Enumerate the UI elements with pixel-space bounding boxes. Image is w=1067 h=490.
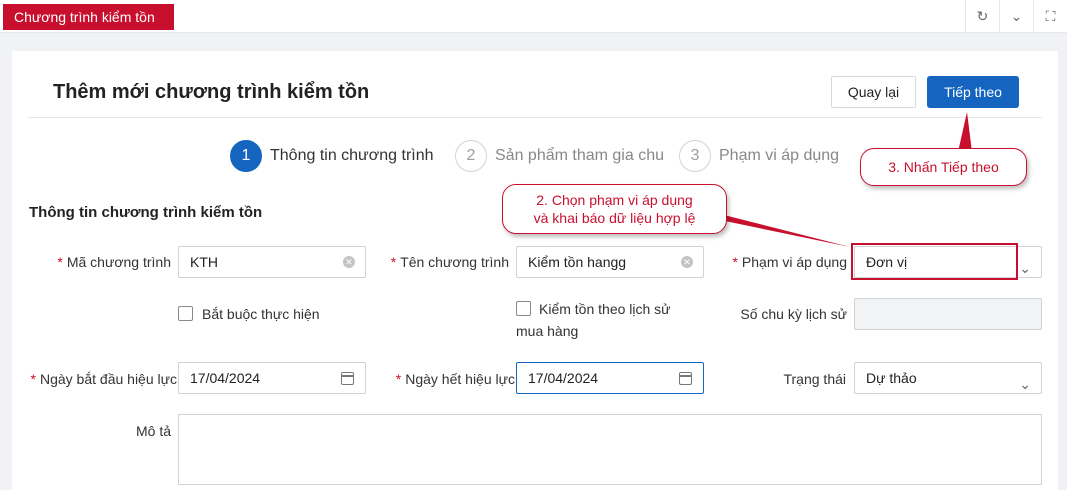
top-tab-bar: Chương trình kiểm tồn ↻ ⌄ ⛶ <box>0 0 1067 33</box>
fullscreen-icon[interactable]: ⛶ <box>1033 0 1067 33</box>
clear-icon[interactable]: ✕ <box>681 256 693 268</box>
so-chu-ky-label: Số chu kỳ lịch sử <box>740 306 847 322</box>
kiem-ton-lich-su-checkbox[interactable] <box>516 301 531 316</box>
ten-chuong-trinh-label: * Tên chương trình <box>390 254 509 270</box>
callout-step-3: 3. Nhấn Tiếp theo <box>860 148 1027 186</box>
callout-2-line1: 2. Chọn phạm vi áp dụng <box>536 192 693 208</box>
ngay-bat-dau-value: 17/04/2024 <box>190 370 261 386</box>
so-chu-ky-input <box>854 298 1042 330</box>
ten-chuong-trinh-input[interactable]: Kiểm tồn hangg ✕ <box>516 246 704 278</box>
ngay-het-value: 17/04/2024 <box>528 370 599 386</box>
kiem-ton-lich-su-label-line1: Kiểm tồn theo lịch sử <box>539 301 671 317</box>
section-title: Thông tin chương trình kiểm tồn <box>29 204 263 221</box>
trang-thai-label: Trạng thái <box>783 371 846 387</box>
mo-ta-textarea[interactable] <box>178 414 1042 485</box>
chevron-down-icon[interactable]: ⌄ <box>999 0 1033 33</box>
trang-thai-select[interactable]: Dự thảo ⌄ <box>854 362 1042 394</box>
step-3-number: 3 <box>679 140 711 172</box>
step-2[interactable]: 2 Sản phẩm tham gia chu <box>455 140 664 172</box>
header-divider <box>28 117 1042 118</box>
callout-step-2: 2. Chọn phạm vi áp dụng và khai báo dữ l… <box>502 184 727 234</box>
pham-vi-highlight-box <box>851 243 1018 280</box>
bat-buoc-checkbox[interactable] <box>178 306 193 321</box>
top-icons: ↻ ⌄ ⛶ <box>965 0 1067 33</box>
clear-icon[interactable]: ✕ <box>343 256 355 268</box>
next-button[interactable]: Tiếp theo <box>927 76 1019 108</box>
pham-vi-ap-dung-label: * Phạm vi áp dụng <box>732 254 847 270</box>
ngay-het-label: * Ngày hết hiệu lực <box>395 371 515 387</box>
chevron-down-icon: ⌄ <box>1019 260 1031 276</box>
refresh-icon[interactable]: ↻ <box>965 0 999 33</box>
step-1[interactable]: 1 Thông tin chương trình <box>230 140 434 172</box>
ngay-bat-dau-input[interactable]: 17/04/2024 <box>178 362 366 394</box>
step-1-label: Thông tin chương trình <box>270 147 434 164</box>
step-2-label: Sản phẩm tham gia chu <box>495 147 664 164</box>
back-button[interactable]: Quay lại <box>831 76 916 108</box>
trang-thai-value: Dự thảo <box>866 370 917 386</box>
ma-chuong-trinh-label: * Mã chương trình <box>57 254 171 270</box>
callout-2-line2: và khai báo dữ liệu hợp lệ <box>533 210 696 226</box>
ma-chuong-trinh-input[interactable]: KTH ✕ <box>178 246 366 278</box>
chevron-down-icon: ⌄ <box>1019 376 1031 392</box>
ngay-bat-dau-label: * Ngày bắt đầu hiệu lực <box>30 371 177 387</box>
step-3-label: Phạm vi áp dụng <box>719 147 840 164</box>
bat-buoc-label: Bắt buộc thực hiện <box>202 306 320 322</box>
ngay-het-input[interactable]: 17/04/2024 <box>516 362 704 394</box>
kiem-ton-lich-su-label-line2: mua hàng <box>516 323 579 339</box>
step-3[interactable]: 3 Phạm vi áp dụng <box>679 140 839 172</box>
ma-chuong-trinh-value: KTH <box>190 254 218 270</box>
ten-chuong-trinh-value: Kiểm tồn hangg <box>528 254 627 270</box>
tab-chuong-trinh-kiem-ton[interactable]: Chương trình kiểm tồn <box>3 4 174 30</box>
step-1-number: 1 <box>230 140 262 172</box>
page-title: Thêm mới chương trình kiểm tồn <box>53 81 370 103</box>
step-2-number: 2 <box>455 140 487 172</box>
calendar-icon[interactable] <box>679 372 692 385</box>
mo-ta-label: Mô tả <box>135 423 171 439</box>
calendar-icon[interactable] <box>341 372 354 385</box>
